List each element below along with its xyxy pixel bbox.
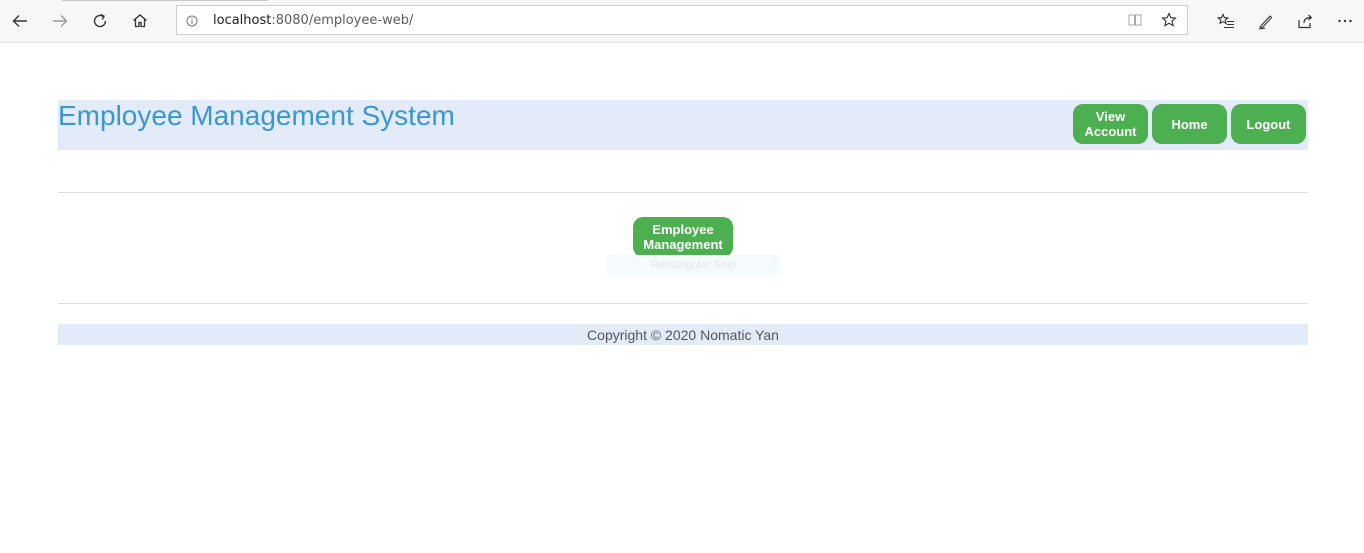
- home-button-label: Home: [1171, 116, 1208, 132]
- url-text[interactable]: localhost:8080/employee-web/: [213, 13, 413, 28]
- url-path: :8080/employee-web/: [271, 13, 414, 28]
- address-bar[interactable]: localhost:8080/employee-web/: [176, 5, 1188, 35]
- browser-toolbar: localhost:8080/employee-web/: [0, 0, 1364, 43]
- favorite-star-icon[interactable]: [1161, 12, 1177, 33]
- view-account-label: View Account: [1085, 109, 1137, 139]
- employee-management-button[interactable]: Employee Management: [633, 217, 733, 257]
- back-icon[interactable]: [6, 7, 34, 35]
- employee-management-label: Employee Management: [643, 222, 722, 252]
- page-title: Employee Management System: [58, 100, 455, 131]
- page-footer: Copyright © 2020 Nomatic Yan: [58, 324, 1308, 345]
- home-button[interactable]: Home: [1152, 104, 1227, 144]
- reading-view-icon[interactable]: [1127, 12, 1143, 33]
- logout-button-label: Logout: [1246, 116, 1291, 132]
- view-account-label-line1: View: [1095, 109, 1126, 124]
- employee-management-label-line2: Management: [643, 237, 723, 252]
- more-icon[interactable]: [1331, 7, 1359, 35]
- view-account-label-line2: Account: [1084, 124, 1137, 139]
- employee-management-label-line1: Employee: [652, 222, 714, 237]
- share-icon[interactable]: [1291, 7, 1319, 35]
- info-icon[interactable]: [186, 14, 198, 27]
- url-host: localhost: [213, 13, 272, 28]
- tab-indicator: [62, 0, 268, 1]
- copyright-text: Copyright © 2020 Nomatic Yan: [587, 326, 779, 343]
- home-icon[interactable]: [126, 7, 154, 35]
- divider-top: [58, 192, 1308, 193]
- page-header: Employee Management System View Account H…: [58, 100, 1308, 150]
- snip-tooltip: Rectangular Snip: [607, 255, 780, 275]
- refresh-icon[interactable]: [86, 7, 114, 35]
- view-account-button[interactable]: View Account: [1073, 104, 1148, 144]
- logout-button[interactable]: Logout: [1231, 104, 1306, 144]
- divider-bottom: [58, 303, 1308, 304]
- forward-icon[interactable]: [46, 7, 74, 35]
- favorites-list-icon[interactable]: [1212, 7, 1240, 35]
- pen-icon[interactable]: [1252, 7, 1280, 35]
